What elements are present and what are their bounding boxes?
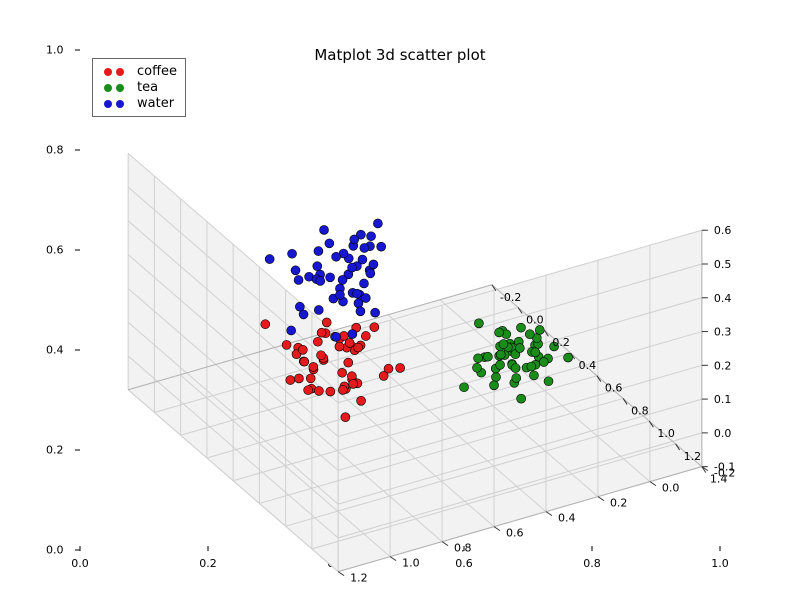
outer-ytick: 0.4 [46,344,64,357]
outer-xtick: 0.4 [327,557,345,570]
outer-xtick: 0.6 [455,557,473,570]
outer-xtick: 0.8 [583,557,601,570]
outer-2d-axes: 0.00.20.40.60.81.00.00.20.40.60.81.0 [80,50,720,550]
legend-marker [99,100,129,108]
outer-xtick: 1.0 [711,557,729,570]
legend-dot-icon [104,84,112,92]
y3d-tick: 1.0 [402,557,420,570]
outer-ytick: 0.0 [46,544,64,557]
outer-ytick: 0.8 [46,144,64,157]
legend-dot-icon [116,68,124,76]
legend-label: tea [137,80,158,95]
legend-dot-icon [104,68,112,76]
legend-dot-icon [116,100,124,108]
legend-dot-icon [116,84,124,92]
outer-ytick: 0.6 [46,244,64,257]
legend-label: coffee [137,64,177,79]
legend-entry-water: water [99,96,177,111]
outer-ytick: 0.2 [46,444,64,457]
legend-marker [99,68,129,76]
outer-xtick: 0.2 [199,557,217,570]
legend-label: water [137,96,174,111]
figure: 0.00.20.40.60.81.00.00.20.40.60.81.0 -0.… [0,0,800,600]
legend: coffeeteawater [92,58,186,117]
legend-marker [99,84,129,92]
legend-entry-coffee: coffee [99,64,177,79]
legend-dot-icon [104,100,112,108]
legend-entry-tea: tea [99,80,177,95]
outer-xtick: 0.0 [71,557,89,570]
y3d-tick: 1.2 [350,572,368,585]
